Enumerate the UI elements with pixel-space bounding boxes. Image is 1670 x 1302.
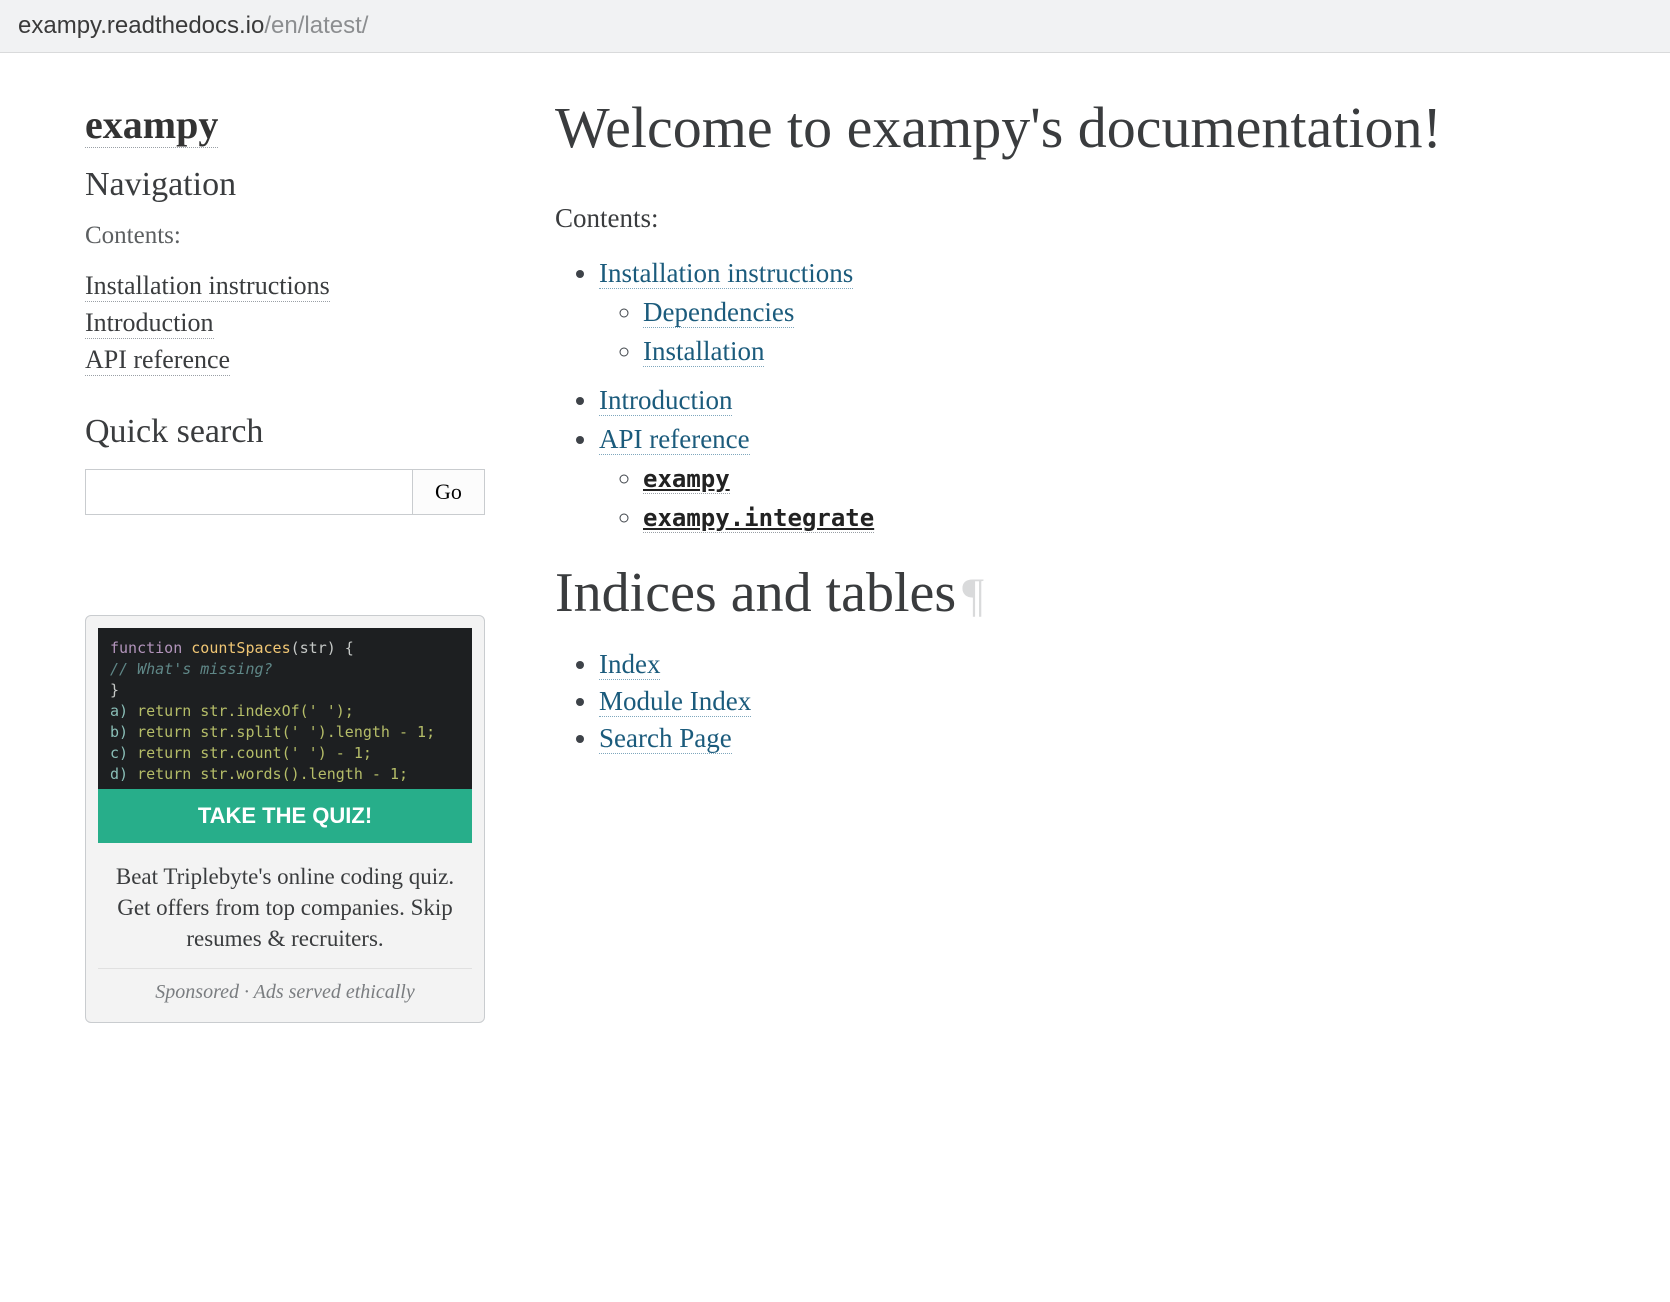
toc-link-installation[interactable]: Installation instructions [599,258,853,289]
indices-heading: Indices and tables¶ [555,561,1610,625]
contents-label: Contents: [85,222,485,250]
main-contents-label: Contents: [555,203,1610,234]
toc-item: Dependencies [643,297,1610,328]
sidebar-item-installation[interactable]: Installation instructions [85,271,330,302]
toc-item: Introduction [599,385,1610,416]
toc-link-introduction[interactable]: Introduction [599,385,732,416]
toc-item: Installation [643,336,1610,367]
ad-box[interactable]: function countSpaces(str) { // What's mi… [85,615,485,1023]
toc-link-dependencies[interactable]: Dependencies [643,297,794,328]
list-item: Index [599,649,1610,680]
page-title: Welcome to exampy's documentation! [555,93,1610,163]
toc-list: Installation instructions Dependencies I… [555,258,1610,533]
toc-item: Installation instructions Dependencies I… [599,258,1610,367]
toc-item: API reference exampy exampy.integrate [599,424,1610,533]
nav-heading: Navigation [85,166,485,204]
toc-link-api[interactable]: API reference [599,424,750,455]
index-link[interactable]: Index [599,649,660,680]
sidebar-item-introduction[interactable]: Introduction [85,308,214,339]
ad-footer: Sponsored · Ads served ethically [98,968,472,1010]
site-title: exampy [85,101,485,148]
search-go-button[interactable]: Go [413,469,485,515]
sidebar: exampy Navigation Contents: Installation… [85,93,515,1023]
url-host: exampy.readthedocs.io [18,12,264,39]
search-page-link[interactable]: Search Page [599,723,732,754]
toc-link-exampy-integrate[interactable]: exampy.integrate [643,504,874,533]
search-input[interactable] [85,469,413,515]
ad-code-snippet: function countSpaces(str) { // What's mi… [98,628,472,789]
toc-link-install[interactable]: Installation [643,336,764,367]
url-bar[interactable]: exampy.readthedocs.io/en/latest/ [0,0,1670,53]
nav-list: Installation instructions Introduction A… [85,268,485,379]
sidebar-item-api[interactable]: API reference [85,345,230,376]
toc-item: exampy.integrate [643,502,1610,533]
toc-link-exampy[interactable]: exampy [643,465,730,494]
quick-search-heading: Quick search [85,413,485,451]
indices-list: Index Module Index Search Page [555,649,1610,754]
list-item: Module Index [599,686,1610,717]
search-form: Go [85,469,485,515]
ad-text: Beat Triplebyte's online coding quiz. Ge… [98,861,472,968]
toc-item: exampy [643,463,1610,494]
url-path: /en/latest/ [264,12,368,39]
ad-cta-button[interactable]: TAKE THE QUIZ! [98,789,472,843]
module-index-link[interactable]: Module Index [599,686,751,717]
list-item: Search Page [599,723,1610,754]
headerlink-icon[interactable]: ¶ [956,569,984,622]
main-content: Welcome to exampy's documentation! Conte… [515,93,1610,1023]
site-title-link[interactable]: exampy [85,102,218,148]
